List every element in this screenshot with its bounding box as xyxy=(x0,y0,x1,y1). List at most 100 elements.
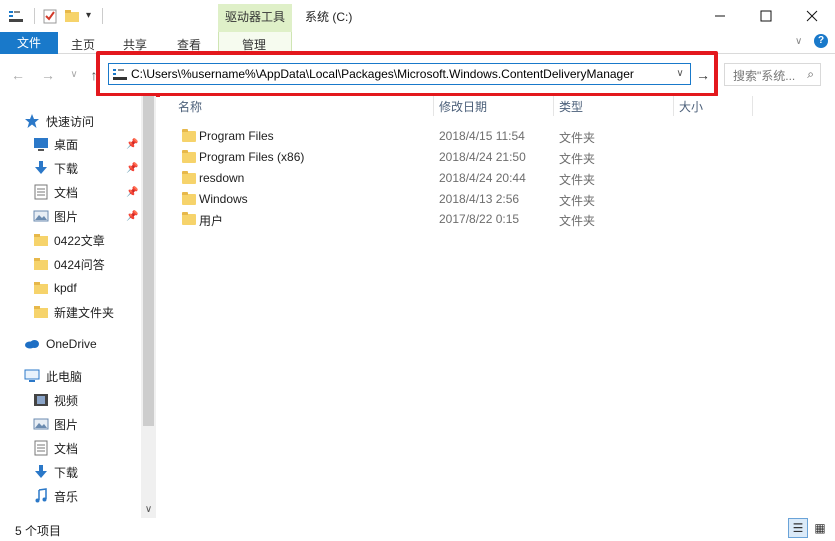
table-row[interactable]: Windows 2018/4/13 2:56 文件夹 xyxy=(178,191,618,212)
pin-icon[interactable]: 📌 xyxy=(126,139,138,150)
sidebar-item-label: 桌面 xyxy=(54,137,79,152)
recent-locations-button[interactable]: ∨ xyxy=(66,66,82,84)
tab-home[interactable]: 主页 xyxy=(71,36,95,53)
sidebar-item-documents[interactable]: 文档 📌 xyxy=(0,181,140,203)
sidebar-item-label: 快速访问 xyxy=(46,114,95,129)
column-header-size[interactable]: 大小 xyxy=(679,98,703,115)
file-date: 2018/4/13 2:56 xyxy=(439,192,520,206)
sidebar-item-label: 音乐 xyxy=(54,489,79,504)
document-icon xyxy=(34,184,48,200)
column-header-type[interactable]: 类型 xyxy=(559,98,583,115)
column-divider[interactable] xyxy=(433,96,434,116)
help-icon[interactable]: ? xyxy=(814,34,828,48)
search-input[interactable]: 搜索"系统... ⌕ xyxy=(724,63,821,86)
forward-button[interactable]: → xyxy=(40,66,56,84)
sidebar-item-downloads[interactable]: 下载 📌 xyxy=(0,157,140,179)
search-icon: ⌕ xyxy=(807,67,814,81)
folder-icon xyxy=(34,234,48,246)
sidebar-item-pictures-pc[interactable]: 图片 xyxy=(0,413,140,435)
scroll-down-icon[interactable]: ∨ xyxy=(141,502,156,518)
sidebar-item-onedrive[interactable]: OneDrive xyxy=(0,333,140,355)
pin-icon[interactable]: 📌 xyxy=(126,187,138,198)
details-view-button[interactable]: ☰ xyxy=(788,518,808,538)
sidebar-item-quick-access[interactable]: 快速访问 xyxy=(0,110,140,132)
toolbar-separator xyxy=(34,8,35,24)
folder-icon xyxy=(182,212,196,225)
sidebar-item-folder-0422[interactable]: 0422文章 xyxy=(0,229,140,251)
pin-icon[interactable]: 📌 xyxy=(126,211,138,222)
minimize-button[interactable] xyxy=(697,0,743,32)
sidebar-item-kpdf[interactable]: kpdf xyxy=(0,277,140,299)
sidebar-item-label: 下载 xyxy=(54,161,79,176)
drive-tools-context-tab: 驱动器工具 xyxy=(218,4,292,32)
sidebar-item-label: 下载 xyxy=(54,465,79,480)
column-header-date[interactable]: 修改日期 xyxy=(439,98,487,115)
folder-icon xyxy=(34,258,48,270)
tab-file[interactable]: 文件 xyxy=(0,32,58,54)
folder-icon xyxy=(182,150,196,163)
customize-toolbar-icon[interactable]: ▾ xyxy=(86,8,102,24)
file-type: 文件夹 xyxy=(559,173,596,187)
large-icons-view-button[interactable]: ▦ xyxy=(810,518,830,538)
file-name: Windows xyxy=(199,192,248,206)
file-name: Program Files (x86) xyxy=(199,150,305,164)
sidebar-item-this-pc[interactable]: 此电脑 xyxy=(0,365,140,387)
item-count: 5 个项目 xyxy=(15,524,62,538)
folder-icon xyxy=(34,306,48,318)
maximize-icon xyxy=(760,10,772,22)
sidebar-item-folder-0424[interactable]: 0424问答 xyxy=(0,253,140,275)
pin-icon[interactable]: 📌 xyxy=(126,163,138,174)
close-icon xyxy=(806,10,818,22)
scrollbar-thumb[interactable] xyxy=(143,96,154,426)
minimize-icon xyxy=(715,15,725,17)
status-bar: 5 个项目 xyxy=(0,518,835,541)
file-type: 文件夹 xyxy=(559,131,596,145)
navigation-scrollbar[interactable]: ∨ xyxy=(141,96,156,518)
title-bar: ▾ 驱动器工具 系统 (C:) xyxy=(0,0,835,32)
table-row[interactable]: resdown 2018/4/24 20:44 文件夹 xyxy=(178,170,618,191)
sidebar-item-label: 0424问答 xyxy=(54,257,105,272)
download-icon xyxy=(35,465,47,478)
sidebar-item-label: 文档 xyxy=(54,185,79,200)
go-button[interactable]: → xyxy=(695,66,711,84)
back-button[interactable]: ← xyxy=(10,66,26,84)
document-icon xyxy=(34,440,48,456)
table-row[interactable]: 用户 2017/8/22 0:15 文件夹 xyxy=(178,211,618,232)
go-arrow-icon: → xyxy=(696,67,710,83)
sidebar-item-label: OneDrive xyxy=(46,337,97,351)
checkmark-properties-icon[interactable] xyxy=(42,8,58,24)
sidebar-item-label: 0422文章 xyxy=(54,233,105,248)
back-arrow-icon: ← xyxy=(11,67,25,83)
sidebar-item-documents-pc[interactable]: 文档 xyxy=(0,437,140,459)
table-row[interactable]: Program Files (x86) 2018/4/24 21:50 文件夹 xyxy=(178,149,618,170)
file-type: 文件夹 xyxy=(559,152,596,166)
sidebar-item-label: 此电脑 xyxy=(46,369,83,384)
properties-icon[interactable] xyxy=(8,8,24,24)
sidebar-item-desktop[interactable]: 桌面 📌 xyxy=(0,133,140,155)
new-folder-icon[interactable] xyxy=(64,8,80,24)
file-date: 2018/4/24 20:44 xyxy=(439,171,526,185)
sidebar-item-new-folder[interactable]: 新建文件夹 xyxy=(0,301,140,323)
column-divider[interactable] xyxy=(752,96,753,116)
column-divider[interactable] xyxy=(673,96,674,116)
file-date: 2017/8/22 0:15 xyxy=(439,212,520,226)
sidebar-item-downloads-pc[interactable]: 下载 xyxy=(0,461,140,483)
file-type: 文件夹 xyxy=(559,194,596,208)
sidebar-item-pictures[interactable]: 图片 📌 xyxy=(0,205,140,227)
sidebar-item-music[interactable]: 音乐 xyxy=(0,485,140,507)
picture-icon xyxy=(33,210,49,222)
sidebar-item-label: 新建文件夹 xyxy=(54,305,115,320)
sidebar-item-label: 视频 xyxy=(54,393,79,408)
sidebar-item-videos[interactable]: 视频 xyxy=(0,389,140,411)
ribbon-expand-icon[interactable]: ∨ xyxy=(795,36,802,47)
star-icon xyxy=(25,114,39,128)
column-divider[interactable] xyxy=(553,96,554,116)
download-icon xyxy=(35,161,47,174)
table-row[interactable]: Program Files 2018/4/15 11:54 文件夹 xyxy=(178,128,618,149)
forward-arrow-icon: → xyxy=(41,67,55,83)
close-button[interactable] xyxy=(789,0,835,32)
large-icons-view-icon: ▦ xyxy=(814,521,826,535)
column-header-name[interactable]: 名称 xyxy=(178,98,202,115)
music-icon xyxy=(35,488,47,503)
maximize-button[interactable] xyxy=(743,0,789,32)
